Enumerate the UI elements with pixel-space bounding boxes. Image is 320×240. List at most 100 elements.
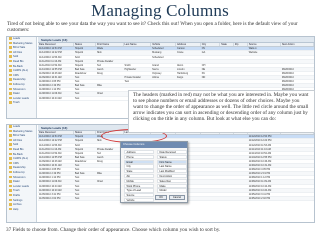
column-option[interactable]: Zip (124, 173, 154, 179)
column-option[interactable]: Vehicle (124, 197, 154, 203)
table-cell: 11/08/2010 11:09 AM (39, 92, 62, 96)
column-option[interactable]: Date Received (157, 150, 187, 155)
folder-label: Dead Bis (13, 147, 24, 151)
table-cell (234, 139, 248, 142)
column-header[interactable]: Date Received (38, 131, 74, 135)
table-cell (281, 60, 314, 63)
folder-label: All Files (13, 50, 23, 54)
column-header[interactable]: Last Name (124, 43, 152, 47)
folder-label: Dialer (13, 92, 20, 96)
column-header[interactable]: Source (248, 43, 281, 47)
table-cell: Smith (124, 63, 131, 67)
column-header[interactable]: Date Received (38, 43, 74, 47)
table-cell (281, 180, 314, 183)
table-cell (234, 84, 248, 87)
table-cell: Hopeful (74, 151, 84, 155)
column-option[interactable]: Last Modified (157, 169, 187, 174)
column-option[interactable]: Status (157, 154, 187, 160)
table-cell: 11/05/2010 3:41 PM (248, 192, 271, 196)
table-cell (124, 51, 152, 54)
table-cell: Jacob (96, 67, 104, 71)
cancel-button[interactable]: Cancel (168, 195, 185, 200)
folder-label: All Files (13, 138, 23, 142)
table-cell (220, 160, 234, 163)
table-cell: Highlander (124, 67, 137, 71)
table-cell (201, 139, 220, 142)
table-cell (220, 164, 234, 167)
table-cell (248, 80, 281, 83)
column-header[interactable]: Zip (234, 43, 248, 47)
table-cell: Scheduled (152, 47, 164, 51)
column-header[interactable]: Address (176, 43, 201, 47)
column-header[interactable]: Next Action (281, 43, 314, 47)
column-option[interactable]: Mobile (124, 178, 154, 184)
column-option[interactable]: Phone (124, 154, 154, 160)
folder-label: Marketing Status (13, 129, 33, 133)
folder-icon (9, 41, 12, 45)
column-header[interactable]: Vehicle (151, 43, 176, 47)
table-cell: Carson (176, 47, 185, 51)
column-option[interactable]: Last Name (157, 164, 187, 169)
column-option[interactable]: First Name (157, 159, 187, 164)
table-cell (201, 148, 220, 151)
column-option[interactable]: Address (124, 150, 154, 155)
column-option[interactable]: City (124, 164, 154, 169)
selected-columns-list[interactable]: Date Received Status First Name Last Name La… (157, 150, 187, 193)
table-cell: NE (201, 67, 206, 71)
column-header[interactable]: Status (74, 43, 96, 47)
column-option[interactable]: Work Phone (124, 183, 154, 188)
table-cell (281, 172, 314, 175)
page-title: Managing Columns (91, 1, 229, 20)
table-cell: 11/12/2010 11:53 AM (39, 55, 62, 59)
footer-text: 37 Fields to choose from. Change their o… (6, 227, 221, 233)
table-cell: 11/08/2010 1:12 PM (39, 88, 61, 92)
column-option[interactable]: Next Action (157, 173, 187, 179)
table-cell: ND (201, 76, 206, 80)
table-cell (234, 68, 248, 71)
table-cell (201, 152, 220, 155)
table-cell: 11/09/2010 10:46 AM (39, 159, 62, 163)
table-cell (220, 47, 234, 50)
table-cell (234, 72, 248, 75)
choose-columns-dialog: Choose Columns Address Phone Email City Stat… (120, 141, 188, 203)
table-cell: Test (74, 164, 80, 168)
table-cell: 11/11/2010 10:52 AM (248, 151, 272, 155)
table-cell: Test (74, 176, 80, 180)
folder-label: Settings (13, 198, 23, 202)
ok-button[interactable]: OK (155, 195, 167, 200)
table-cell (234, 197, 248, 200)
table-cell (248, 68, 281, 71)
table-cell: 11/08/2010 2:19 PM (39, 84, 61, 88)
table-cell (234, 80, 248, 83)
folder-icon (9, 152, 12, 156)
table-cell: 11/10/2010 12:55 PM (248, 155, 272, 159)
table-cell: Bad Sale (74, 67, 85, 71)
column-header[interactable]: Status (74, 131, 96, 135)
column-option[interactable]: Make (157, 183, 187, 188)
table-cell: Test (74, 168, 80, 172)
folder-item[interactable]: Help (7, 208, 36, 213)
column-option[interactable]: Sales Rep (157, 178, 187, 184)
folder-item[interactable]: Trash (7, 101, 36, 106)
dialog-title: Choose Columns (121, 142, 187, 148)
column-option[interactable]: State (124, 169, 154, 174)
table-cell (234, 172, 248, 175)
table-cell (201, 176, 220, 179)
table-cell (96, 88, 124, 91)
folder-label: Help (13, 207, 19, 211)
folder-label: Follow-Up (13, 82, 25, 86)
column-header[interactable]: State (220, 43, 234, 47)
table-cell: Altima (152, 76, 159, 80)
column-option[interactable]: Email (124, 159, 154, 164)
column-option[interactable]: Model (157, 188, 187, 193)
table-cell (201, 197, 220, 200)
folder-icon (9, 180, 12, 183)
table-cell (281, 197, 314, 200)
available-columns-list[interactable]: Address Phone Email City State Zip Mobile Work … (124, 150, 154, 203)
folder-name: Sample Leads (13) (41, 38, 68, 42)
table-cell: Odyssey (152, 71, 162, 75)
column-option[interactable]: Source (124, 193, 154, 198)
column-option[interactable]: Type of Lead (124, 188, 154, 193)
column-header[interactable]: City (201, 43, 221, 47)
column-header[interactable]: First Name (96, 43, 124, 47)
